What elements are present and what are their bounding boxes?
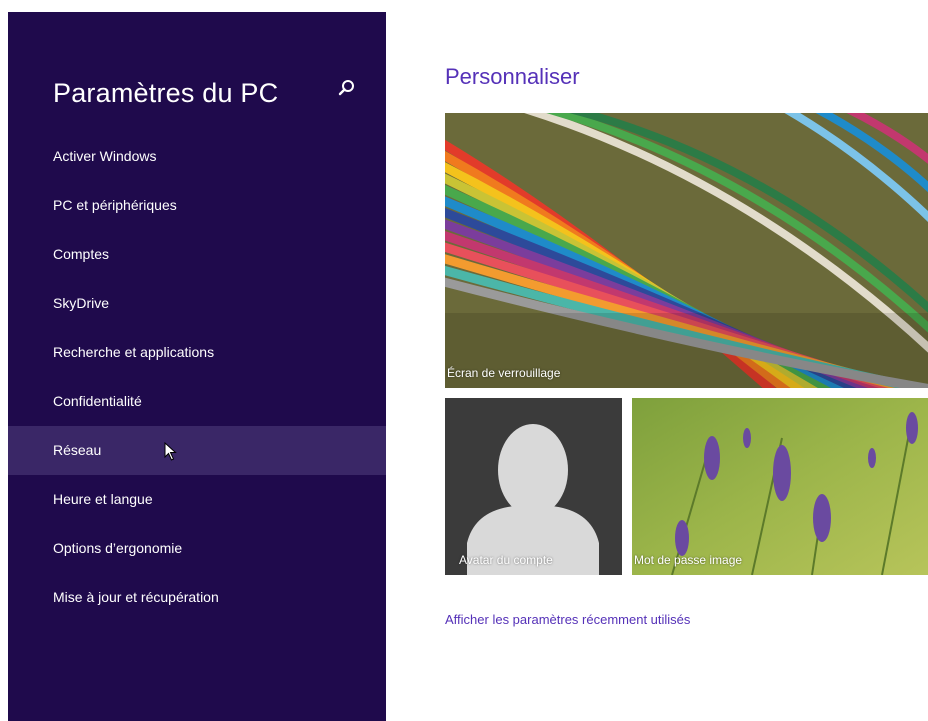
sidebar-item-label: Options d’ergonomie: [53, 540, 183, 556]
picture-password-image: [632, 398, 928, 575]
sidebar-item-activer-windows[interactable]: Activer Windows: [8, 132, 386, 181]
account-avatar-tile[interactable]: Avatar du compte: [445, 398, 622, 575]
user-avatar-icon: [445, 398, 622, 575]
sidebar-item-label: Comptes: [53, 246, 110, 262]
sidebar-item-reseau[interactable]: Réseau: [8, 426, 386, 475]
sidebar-item-label: Recherche et applications: [53, 344, 215, 360]
sidebar-title: Paramètres du PC: [53, 78, 279, 108]
lock-screen-label: Écran de verrouillage: [447, 366, 561, 380]
sidebar-item-label: SkyDrive: [53, 295, 110, 311]
sidebar-item-label: Mise à jour et récupération: [53, 589, 219, 605]
account-avatar-label: Avatar du compte: [459, 553, 553, 567]
recent-settings-link[interactable]: Afficher les paramètres récemment utilis…: [445, 612, 690, 627]
sidebar-item-recherche-applications[interactable]: Recherche et applications: [8, 328, 386, 377]
page-title: Personnaliser: [445, 64, 580, 89]
sidebar-item-mise-a-jour[interactable]: Mise à jour et récupération: [8, 573, 386, 622]
search-button[interactable]: [337, 78, 357, 98]
sidebar-item-label: Réseau: [53, 442, 102, 458]
lock-screen-image: [445, 113, 928, 388]
picture-password-label: Mot de passe image: [634, 553, 743, 567]
mouse-pointer-icon: [164, 442, 177, 461]
sidebar-item-comptes[interactable]: Comptes: [8, 230, 386, 279]
sidebar-item-skydrive[interactable]: SkyDrive: [8, 279, 386, 328]
sidebar-item-heure-langue[interactable]: Heure et langue: [8, 475, 386, 524]
sidebar-item-pc-peripheriques[interactable]: PC et périphériques: [8, 181, 386, 230]
picture-password-tile[interactable]: Mot de passe image: [632, 398, 928, 575]
search-icon: [338, 80, 354, 96]
sidebar-item-confidentialite[interactable]: Confidentialité: [8, 377, 386, 426]
sidebar-item-label: Activer Windows: [53, 148, 157, 164]
sidebar-item-label: Heure et langue: [53, 491, 153, 507]
sidebar-item-label: PC et périphériques: [53, 197, 177, 213]
sidebar-nav: Activer Windows PC et périphériques Comp…: [8, 132, 386, 622]
sidebar: Paramètres du PC Activer Windows PC et p…: [8, 12, 386, 721]
sidebar-item-ergonomie[interactable]: Options d’ergonomie: [8, 524, 386, 573]
lock-screen-tile[interactable]: Écran de verrouillage: [445, 113, 928, 388]
sidebar-item-label: Confidentialité: [53, 393, 142, 409]
